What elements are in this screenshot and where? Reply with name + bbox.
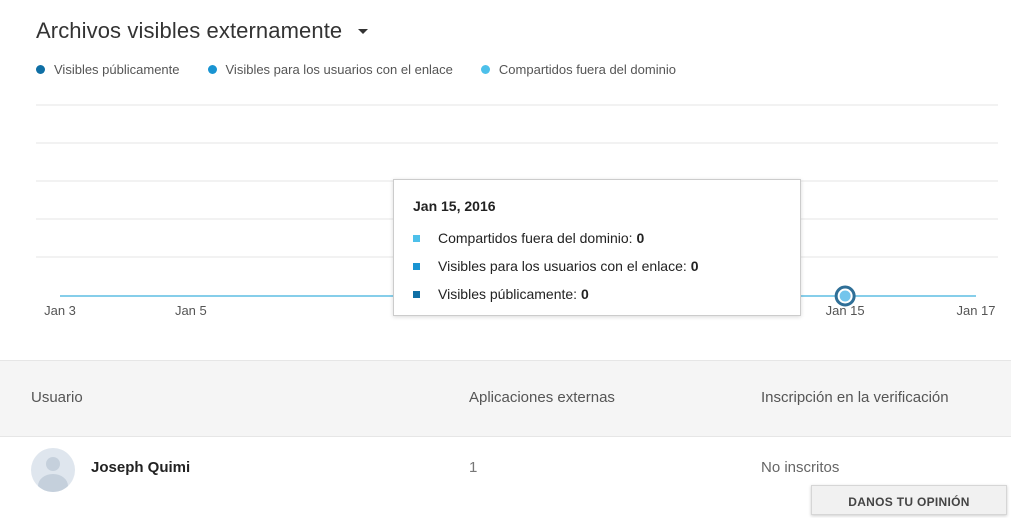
tooltip-value: 0 [690, 258, 699, 274]
legend-label: Visibles públicamente [54, 62, 180, 77]
column-header-user[interactable]: Usuario [31, 389, 83, 406]
x-tick-label: Jan 17 [956, 303, 995, 318]
tooltip-value: 0 [581, 286, 589, 302]
tooltip-row-shared-outside-domain: Compartidos fuera del dominio: 0 [413, 230, 644, 246]
enrollment-status: No inscritos [761, 459, 840, 476]
legend-label: Compartidos fuera del dominio [498, 62, 676, 77]
report-selector[interactable]: Archivos visibles externamente [36, 18, 369, 44]
chart-legend: Visibles públicamente Visibles para los … [36, 62, 704, 77]
legend-item-shared-outside-domain[interactable]: Compartidos fuera del dominio [480, 62, 676, 77]
dropdown-arrow-icon[interactable] [358, 28, 369, 34]
legend-item-visible-with-link[interactable]: Visibles para los usuarios con el enlace [207, 62, 453, 77]
tooltip-label: Compartidos fuera del dominio: [438, 230, 633, 246]
chart-tooltip: Jan 15, 2016 Compartidos fuera del domin… [393, 179, 801, 316]
user-name[interactable]: Joseph Quimi [91, 459, 190, 476]
tooltip-row-publicly-visible: Visibles públicamente: 0 [413, 286, 589, 302]
tooltip-label: Visibles públicamente: [438, 286, 578, 302]
highlight-point-inner [839, 290, 851, 302]
tooltip-value: 0 [636, 230, 645, 246]
feedback-button[interactable]: DANOS TU OPINIÓN [811, 485, 1007, 515]
series-square-icon [413, 234, 420, 242]
avatar [31, 448, 75, 492]
column-header-external-apps[interactable]: Aplicaciones externas [469, 389, 615, 406]
series-square-icon [413, 262, 420, 270]
table-header: Usuario Aplicaciones externas Inscripció… [0, 360, 1011, 437]
x-tick-label: Jan 5 [175, 303, 207, 318]
legend-dot-publicly-visible [36, 65, 45, 74]
legend-item-publicly-visible[interactable]: Visibles públicamente [36, 62, 180, 77]
tooltip-label: Visibles para los usuarios con el enlace… [438, 258, 687, 274]
x-tick-label: Jan 3 [44, 303, 76, 318]
legend-label: Visibles para los usuarios con el enlace [225, 62, 453, 77]
legend-dot-shared-outside-domain [480, 65, 490, 74]
page-title: Archivos visibles externamente [36, 18, 343, 43]
column-header-verification-enrollment[interactable]: Inscripción en la verificación [761, 389, 949, 406]
tooltip-row-visible-with-link: Visibles para los usuarios con el enlace… [413, 258, 699, 274]
series-square-icon [413, 290, 420, 298]
external-apps-count: 1 [469, 459, 478, 476]
legend-dot-visible-with-link [207, 65, 217, 74]
tooltip-date: Jan 15, 2016 [413, 198, 496, 214]
